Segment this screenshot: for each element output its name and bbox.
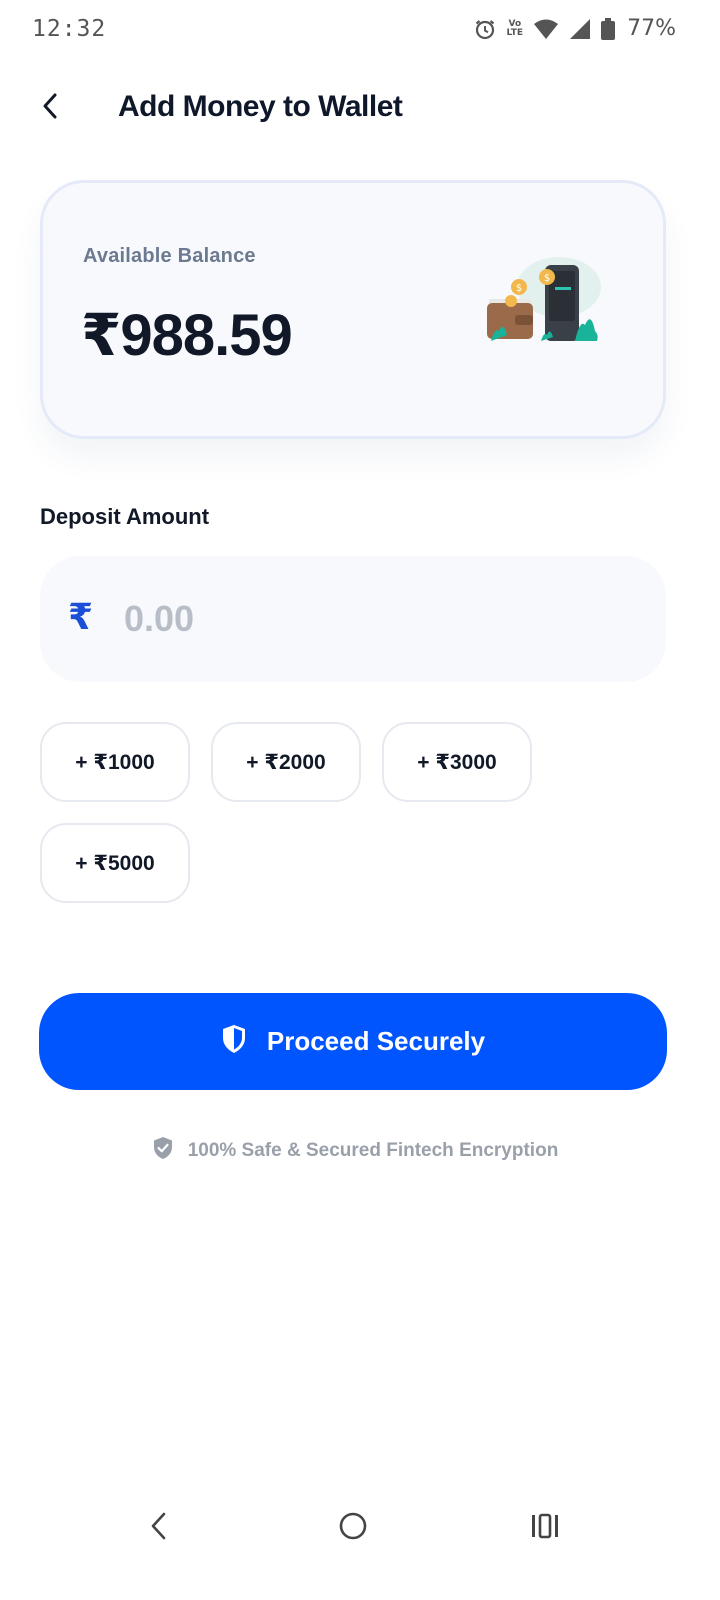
rupee-icon: ₹: [68, 596, 94, 637]
nav-home-button[interactable]: [328, 1508, 378, 1548]
system-nav-bar: [0, 1490, 720, 1570]
balance-label: Available Balance: [83, 245, 256, 267]
status-time: 12:32: [32, 16, 107, 42]
proceed-securely-label: Proceed Securely: [266, 1026, 486, 1056]
header: Add Money to Wallet: [0, 78, 720, 138]
balance-card: Available Balance ₹988.59 $ $: [40, 180, 666, 439]
volte-icon: Vo LTE: [506, 19, 524, 38]
quick-amount-1000-button[interactable]: + ₹1000: [40, 722, 190, 802]
deposit-amount-field[interactable]: ₹: [40, 556, 666, 682]
page-title: Add Money to Wallet: [118, 90, 403, 123]
signal-icon: [569, 18, 591, 40]
back-button[interactable]: [30, 88, 70, 128]
security-note: 100% Safe & Secured Fintech Encryption: [0, 1136, 710, 1165]
coin-dollar-mark-1: $: [516, 283, 522, 294]
shield-icon: [221, 1024, 247, 1059]
battery-icon: [601, 17, 616, 40]
status-icons: Vo LTE 77%: [473, 16, 676, 41]
nav-recents-button[interactable]: [520, 1508, 570, 1548]
quick-amount-3000-button[interactable]: + ₹3000: [382, 722, 532, 802]
nav-home-icon: [338, 1511, 368, 1546]
proceed-securely-button[interactable]: Proceed Securely: [39, 993, 667, 1090]
status-bar: 12:32 Vo LTE 77%: [0, 0, 720, 60]
nav-back-button[interactable]: [134, 1508, 184, 1548]
deposit-amount-input[interactable]: [124, 594, 624, 644]
security-note-text: 100% Safe & Secured Fintech Encryption: [187, 1139, 559, 1161]
quick-amount-5000-button[interactable]: + ₹5000: [40, 823, 190, 903]
wallet-phone-illustration: $ $: [483, 257, 603, 357]
balance-amount: ₹988.59: [81, 303, 293, 368]
alarm-icon: [473, 17, 497, 41]
volte-label-lte: LTE: [506, 27, 524, 38]
battery-percent: 77%: [627, 16, 676, 41]
quick-amount-2000-button[interactable]: + ₹2000: [211, 722, 361, 802]
deposit-amount-label: Deposit Amount: [40, 504, 210, 529]
coin-dollar-mark-2: $: [544, 273, 550, 284]
nav-recents-icon: [530, 1512, 560, 1545]
nav-back-icon: [149, 1511, 169, 1546]
shield-check-icon: [152, 1136, 174, 1165]
chevron-left-icon: [40, 92, 60, 125]
wifi-icon: [533, 18, 559, 40]
